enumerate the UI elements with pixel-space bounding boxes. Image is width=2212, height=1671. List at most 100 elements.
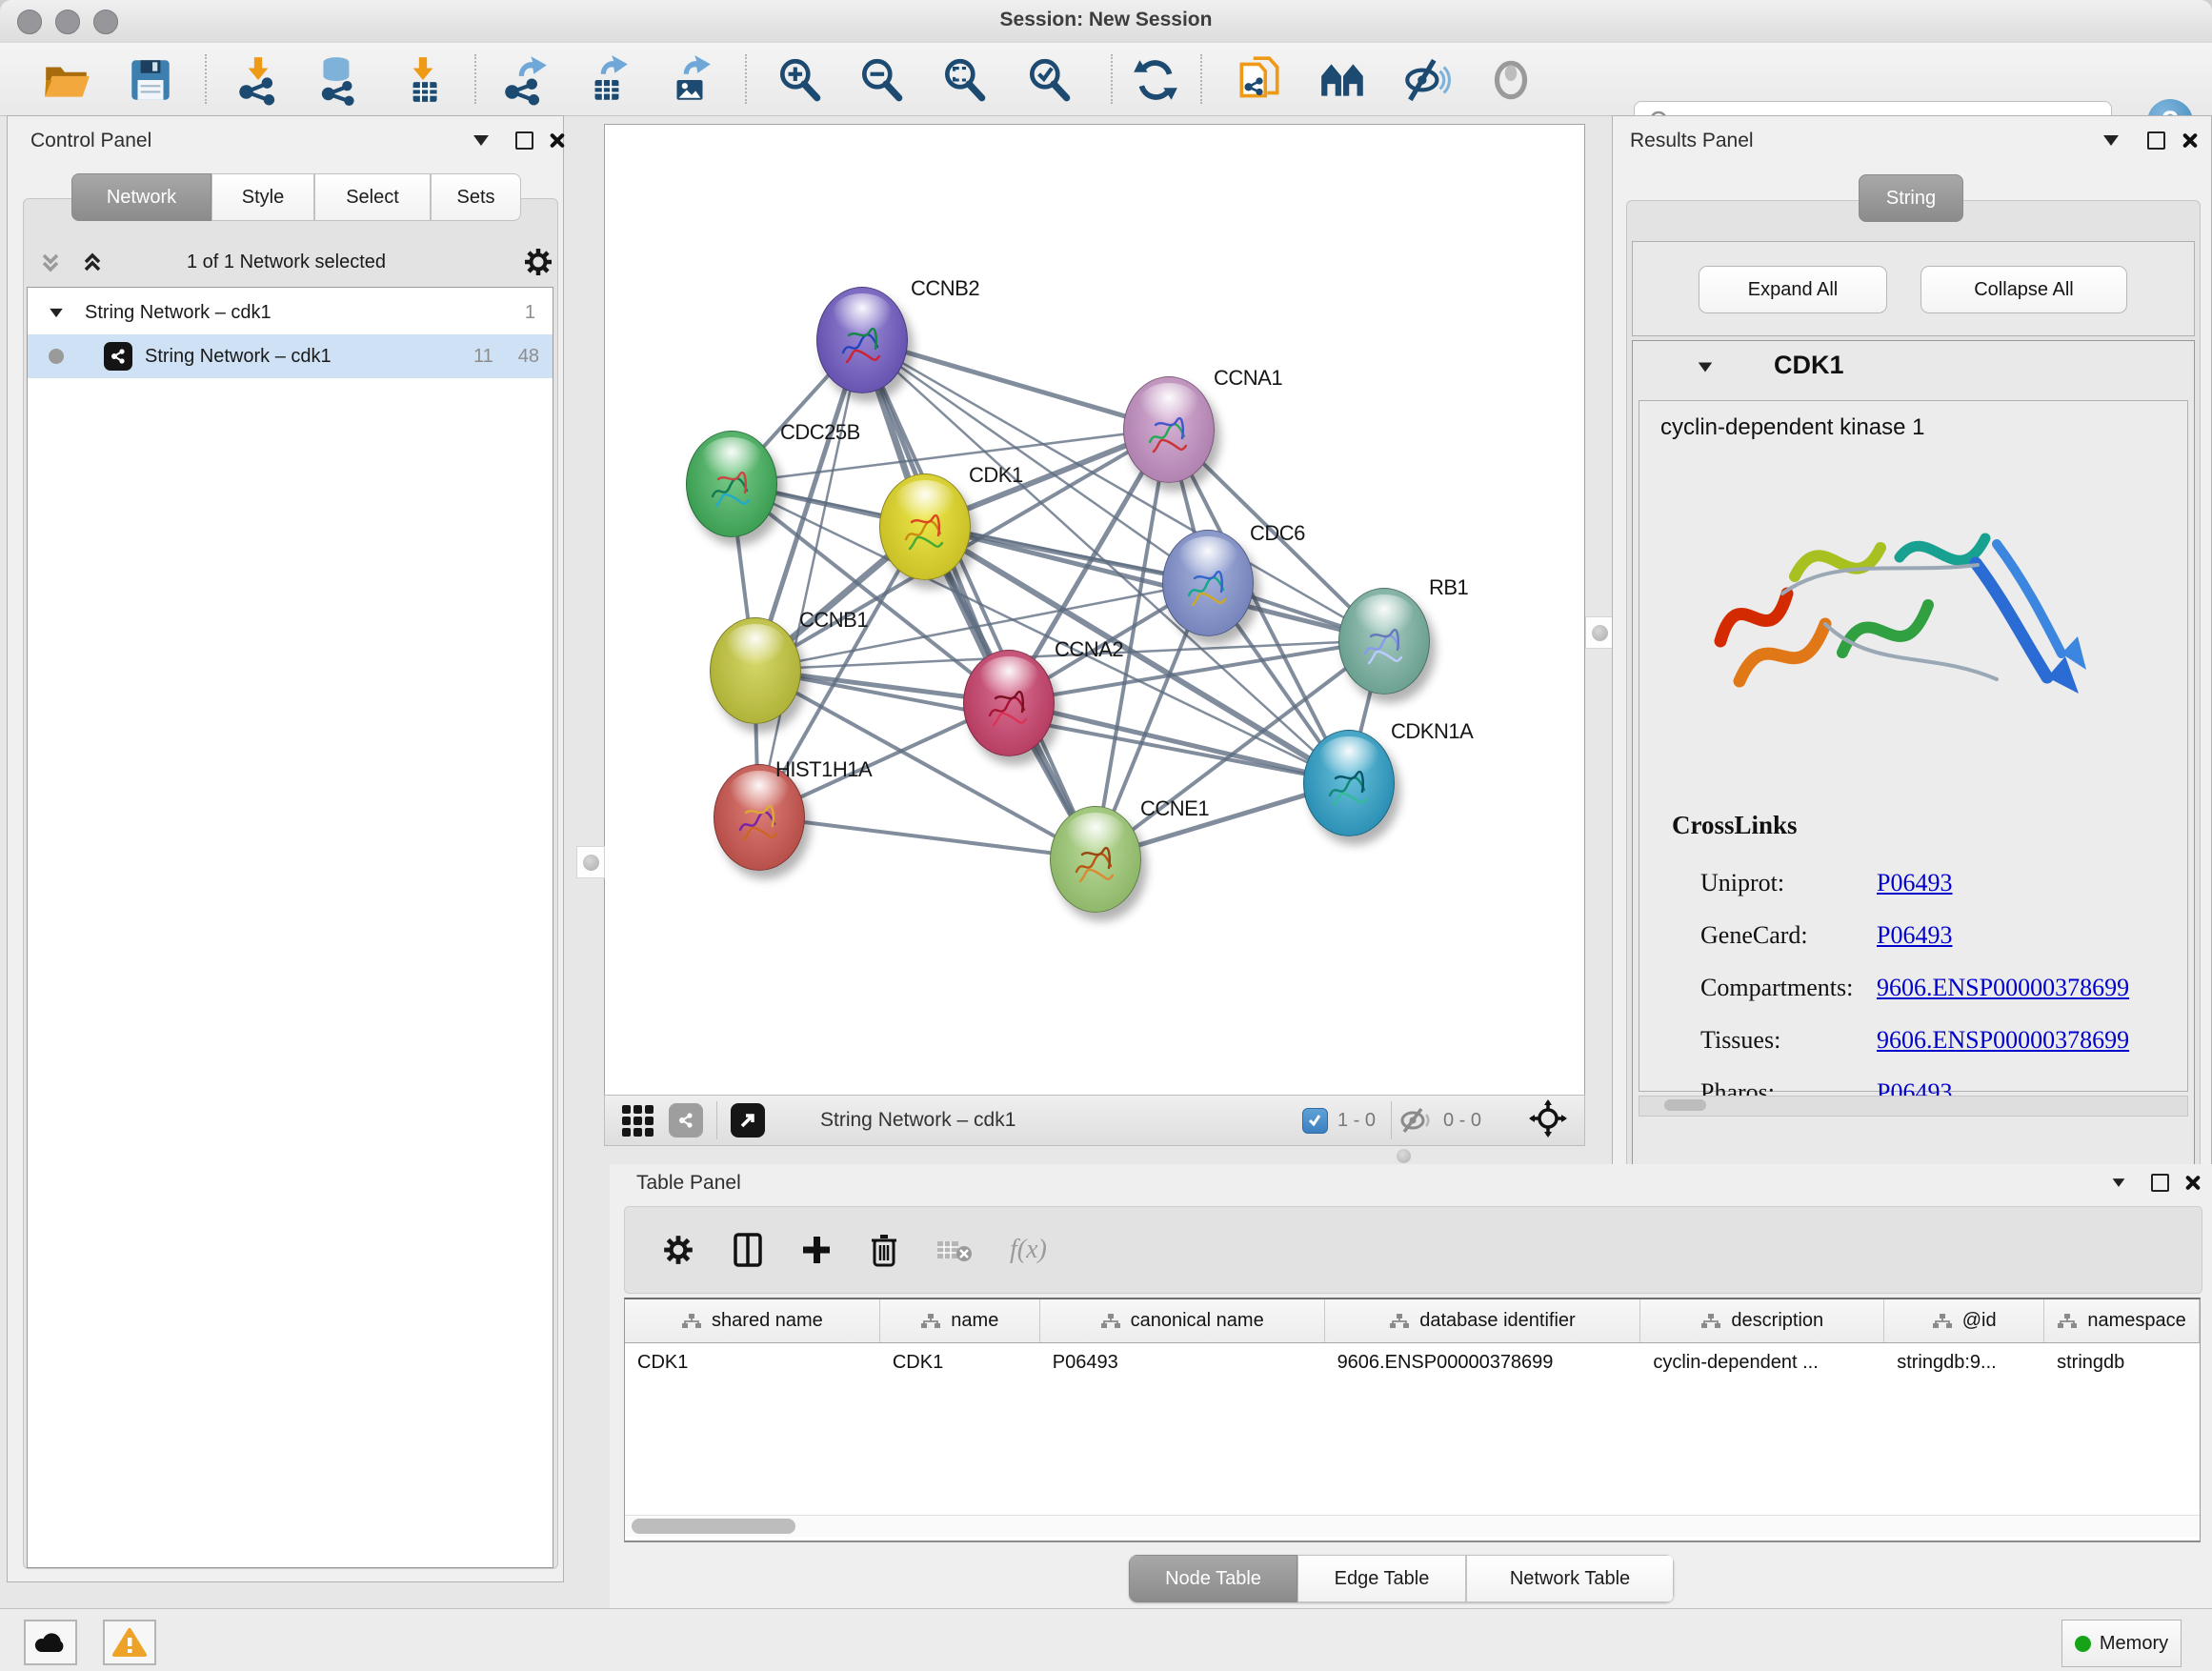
hide-graphics-details-icon[interactable] [1396,53,1457,107]
scrollbar-thumb[interactable] [632,1519,795,1534]
import-network-icon[interactable] [228,53,289,107]
protein-structure-thumbnail [1357,615,1411,676]
node-CCNB1[interactable] [710,617,801,724]
right-splitter-handle[interactable] [1585,616,1614,649]
table-cell[interactable]: CDK1 [880,1342,1040,1382]
table-type-tabs: Node TableEdge TableNetwork Table [1129,1555,1674,1602]
show-columns-icon[interactable] [732,1232,764,1268]
panel-menu-icon[interactable] [2103,135,2119,146]
cloud-status-button[interactable] [24,1620,77,1665]
collapse-all-button[interactable]: Collapse All [1920,266,2127,313]
save-session-icon[interactable] [120,53,181,107]
edge-CCNE1-HIST1H1A[interactable] [758,816,1095,858]
network-canvas[interactable]: CCNB2CCNA1CDC25BCDK1CDC6RB1CCNB1CCNA2CDK… [604,124,1585,1097]
node-RB1[interactable] [1338,588,1430,695]
tab-network[interactable]: Network [71,173,211,221]
edge-CCNB2-CCNA1[interactable] [861,339,1168,429]
import-table-icon[interactable] [392,53,453,107]
node-CDKN1A[interactable] [1303,730,1395,836]
horizontal-splitter-handle[interactable] [1397,1149,1411,1163]
column-header-database-identifier[interactable]: database identifier [1325,1299,1641,1342]
edge-CCNB2-HIST1H1A[interactable] [758,339,861,816]
export-table-icon[interactable] [576,53,637,107]
column-header--id[interactable]: @id [1884,1299,2044,1342]
table-cell[interactable]: stringdb:9... [1884,1342,2044,1382]
column-header-label: @id [1962,1310,1997,1332]
table-gear-icon[interactable] [661,1233,695,1267]
network-options-gear-icon[interactable] [522,246,554,283]
warnings-button[interactable] [103,1620,156,1665]
tab-edge-table[interactable]: Edge Table [1297,1555,1466,1602]
tab-select[interactable]: Select [314,173,431,221]
panel-menu-icon[interactable] [2113,1178,2125,1187]
tab-string[interactable]: String [1859,174,1963,222]
float-panel-icon[interactable] [515,131,533,150]
node-CCNA1[interactable] [1123,376,1215,483]
tab-node-table[interactable]: Node Table [1129,1555,1297,1602]
memory-button[interactable]: Memory [2061,1620,2182,1667]
node-label-CCNE1: CCNE1 [1140,796,1209,821]
node-CCNA2[interactable] [963,650,1055,756]
crosslink-link[interactable]: P06493 [1877,921,1952,950]
panel-menu-icon[interactable] [473,135,489,146]
table-horizontal-scrollbar[interactable] [625,1515,2200,1537]
node-CDC25B[interactable] [686,431,777,537]
tab-network-table[interactable]: Network Table [1466,1555,1674,1602]
show-graphics-details-icon[interactable] [1480,53,1541,107]
column-header-canonical-name[interactable]: canonical name [1040,1299,1325,1342]
close-panel-icon[interactable] [548,131,565,149]
close-panel-icon[interactable] [2181,131,2198,149]
expand-all-button[interactable]: Expand All [1699,266,1887,313]
table-row[interactable]: CDK1CDK1P064939606.ENSP00000378699cyclin… [625,1342,2200,1382]
network-row-selected[interactable]: String Network – cdk1 11 48 [28,334,553,378]
table-cell[interactable]: 9606.ENSP00000378699 [1325,1342,1641,1382]
column-header-name[interactable]: name [880,1299,1040,1342]
node-CDK1[interactable] [879,473,971,580]
grid-view-icon[interactable] [622,1105,654,1137]
column-header-namespace[interactable]: namespace [2044,1299,2200,1342]
birds-eye-icon[interactable] [1313,53,1374,107]
crosslink-link[interactable]: 9606.ENSP00000378699 [1877,1026,2129,1055]
zoom-in-icon[interactable] [770,53,831,107]
node-CCNE1[interactable] [1050,806,1141,913]
table-cell[interactable]: stringdb [2044,1342,2200,1382]
results-scrollbar[interactable] [1639,1096,2188,1117]
network-share-view-icon[interactable] [669,1103,703,1137]
export-image-icon[interactable] [659,53,720,107]
crosslink-link[interactable]: P06493 [1877,869,1952,897]
float-panel-icon[interactable] [2151,1174,2169,1192]
delete-icon[interactable] [869,1232,899,1268]
zoom-fit-icon[interactable] [935,53,995,107]
network-collection-row[interactable]: String Network – cdk1 1 [28,291,553,334]
fit-selected-icon[interactable] [1529,1099,1567,1142]
close-panel-icon[interactable] [2183,1174,2201,1191]
node-CDC6[interactable] [1162,530,1254,636]
zoom-out-icon[interactable] [852,53,913,107]
import-network-from-database-icon[interactable] [308,53,369,107]
column-header-description[interactable]: description [1640,1299,1884,1342]
edge-CCNA2-CDKN1A[interactable] [1008,702,1348,782]
birds-eye-view-icon[interactable] [731,1103,765,1137]
gene-expander-icon[interactable] [1699,363,1712,372]
gene-symbol: CDK1 [1774,351,1844,380]
selected-nodes-checkbox[interactable] [1302,1108,1328,1134]
zoom-selected-icon[interactable] [1019,53,1080,107]
open-session-icon[interactable] [36,53,97,107]
table-cell[interactable]: P06493 [1040,1342,1325,1382]
node-CCNB2[interactable] [816,287,908,393]
annotation-icon[interactable] [1229,53,1290,107]
add-column-icon[interactable] [800,1234,833,1266]
tree-expander-icon[interactable] [50,308,63,316]
column-header-shared-name[interactable]: shared name [625,1299,880,1342]
table-cell[interactable]: cyclin-dependent ... [1640,1342,1884,1382]
refresh-icon[interactable] [1125,53,1186,107]
hidden-eye-icon[interactable] [1398,1106,1434,1135]
tab-sets[interactable]: Sets [431,173,521,221]
crosslink-link[interactable]: 9606.ENSP00000378699 [1877,974,2129,1002]
left-splitter-handle[interactable] [576,846,605,878]
edge-CCNB2-CCNE1[interactable] [861,339,1095,858]
float-panel-icon[interactable] [2147,131,2165,150]
export-network-icon[interactable] [494,53,555,107]
table-cell[interactable]: CDK1 [625,1342,880,1382]
tab-style[interactable]: Style [211,173,314,221]
